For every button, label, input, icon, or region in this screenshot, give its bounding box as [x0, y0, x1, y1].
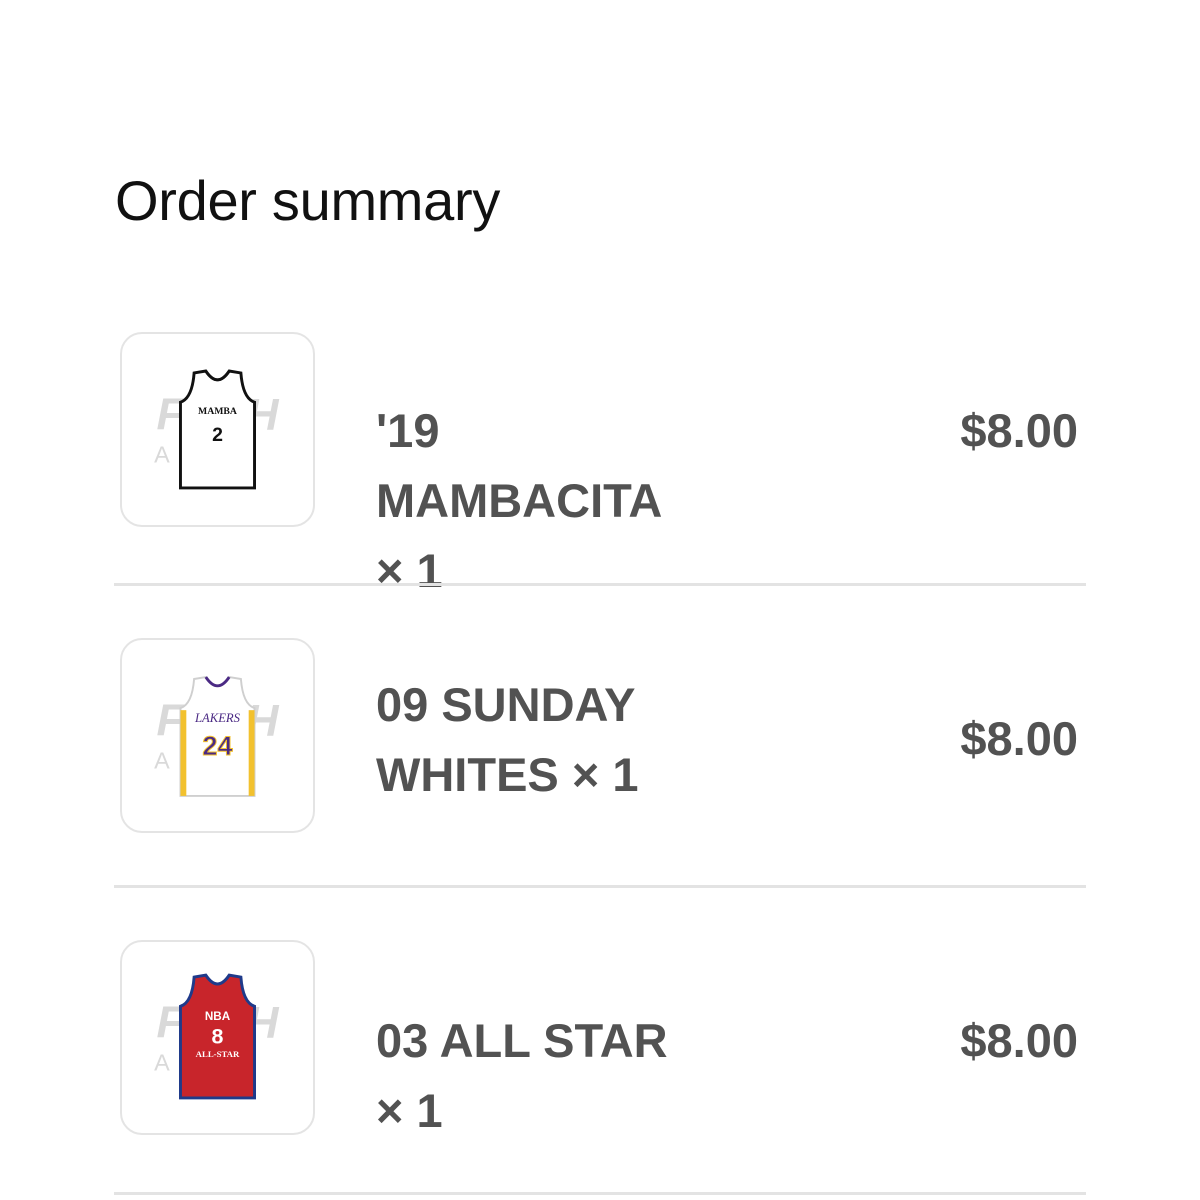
item-price: $8.00: [960, 1014, 1078, 1067]
item-name: '19 MAMBACITA × 1: [376, 404, 661, 597]
divider: [114, 583, 1086, 586]
order-item[interactable]: FRSH AIR LAKERS 24 09 SUNDAY WHITES × 1 …: [114, 636, 1086, 886]
white-lakers-jersey-icon: FRSH AIR LAKERS 24: [154, 675, 280, 797]
red-all-star-jersey-icon: FRSH AIR NBA 8 ALL-STAR: [154, 973, 280, 1100]
item-price: $8.00: [960, 712, 1078, 765]
item-price: $8.00: [960, 404, 1078, 457]
divider: [114, 1192, 1086, 1195]
svg-text:LAKERS: LAKERS: [194, 711, 241, 725]
svg-text:NBA: NBA: [205, 1010, 231, 1023]
item-name: 09 SUNDAY WHITES × 1: [376, 678, 639, 801]
svg-text:ALL-STAR: ALL-STAR: [196, 1049, 240, 1059]
svg-text:2: 2: [212, 424, 223, 446]
order-item[interactable]: FRSH AIR MAMBA 2 '19 MAMBACITA × 1 $8.00: [114, 330, 1086, 597]
white-mamba-jersey-icon: FRSH AIR MAMBA 2: [154, 369, 280, 490]
divider: [114, 885, 1086, 888]
product-thumbnail: FRSH AIR MAMBA 2: [120, 332, 315, 527]
product-thumbnail: FRSH AIR NBA 8 ALL-STAR: [120, 940, 315, 1135]
svg-text:MAMBA: MAMBA: [198, 406, 237, 417]
product-thumbnail: FRSH AIR LAKERS 24: [120, 638, 315, 833]
page-title: Order summary: [115, 169, 501, 232]
svg-text:8: 8: [212, 1024, 224, 1048]
svg-text:24: 24: [202, 730, 233, 761]
order-item[interactable]: FRSH AIR NBA 8 ALL-STAR 03 ALL STAR × 1 …: [114, 940, 1086, 1190]
item-name: 03 ALL STAR × 1: [376, 1014, 668, 1137]
